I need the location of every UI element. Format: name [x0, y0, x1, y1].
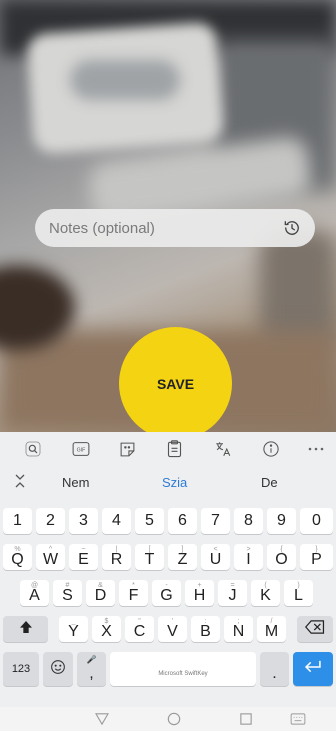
space-key[interactable]: Microsoft SwiftKey: [110, 652, 256, 686]
keyboard-toolbar: GIF: [0, 432, 336, 466]
key-f[interactable]: * F: [119, 580, 148, 606]
suggestion-item[interactable]: Nem: [62, 475, 89, 490]
shift-key[interactable]: [3, 616, 48, 642]
key-m[interactable]: / M: [257, 616, 286, 642]
key-b[interactable]: :B: [191, 616, 220, 642]
key-6[interactable]: 6: [168, 508, 197, 534]
info-icon[interactable]: [260, 438, 282, 460]
key-r[interactable]: | R: [102, 544, 131, 570]
home-icon[interactable]: [166, 711, 182, 727]
key-k[interactable]: (K: [251, 580, 280, 606]
enter-key[interactable]: [293, 652, 333, 686]
key-y[interactable]: _ Y: [59, 616, 88, 642]
key-0[interactable]: 0: [300, 508, 333, 534]
key-7[interactable]: 7: [201, 508, 230, 534]
collapse-icon[interactable]: [14, 473, 26, 492]
key-c[interactable]: " C: [125, 616, 154, 642]
key-z[interactable]: ] Z: [168, 544, 197, 570]
notes-field[interactable]: [35, 209, 315, 247]
key-e[interactable]: ~ E: [69, 544, 98, 570]
keyboard: GIF Nem Szia De 1 2 3 4 5 6 7 8 9 0 % Q …: [0, 432, 336, 731]
key-h[interactable]: + H: [185, 580, 214, 606]
translate-icon[interactable]: [212, 438, 234, 460]
clipboard-icon[interactable]: [163, 438, 185, 460]
blurred-background: [70, 60, 180, 100]
suggestion-item[interactable]: De: [261, 475, 278, 490]
notes-input[interactable]: [49, 219, 281, 237]
backspace-icon: [304, 619, 325, 639]
key-u[interactable]: < U: [201, 544, 230, 570]
key-v[interactable]: ' V: [158, 616, 187, 642]
key-5[interactable]: 5: [135, 508, 164, 534]
key-d[interactable]: & D: [86, 580, 115, 606]
key-x[interactable]: $ X: [92, 616, 121, 642]
key-4[interactable]: 4: [102, 508, 131, 534]
emoji-key[interactable]: [43, 652, 73, 686]
back-icon[interactable]: [94, 711, 110, 727]
key-a[interactable]: @ A: [20, 580, 49, 606]
key-o[interactable]: {O: [267, 544, 296, 570]
more-icon[interactable]: [305, 438, 327, 460]
mic-icon: 🎤: [86, 655, 97, 664]
key-i[interactable]: > I: [234, 544, 263, 570]
key-q[interactable]: % Q: [3, 544, 32, 570]
key-w[interactable]: ^ W: [36, 544, 65, 570]
gif-icon[interactable]: GIF: [70, 438, 92, 460]
keyboard-hide-icon[interactable]: [290, 711, 306, 727]
key-2[interactable]: 2: [36, 508, 65, 534]
key-3[interactable]: 3: [69, 508, 98, 534]
save-button[interactable]: SAVE: [119, 327, 232, 440]
key-8[interactable]: 8: [234, 508, 263, 534]
suggestion-bar: Nem Szia De: [0, 468, 336, 496]
comma-key[interactable]: 🎤 ,: [77, 652, 106, 686]
key-p[interactable]: } P: [300, 544, 333, 570]
sticker-icon[interactable]: [116, 438, 138, 460]
search-icon[interactable]: [22, 438, 44, 460]
enter-icon: [303, 659, 323, 680]
numbers-key[interactable]: 123: [3, 652, 39, 686]
key-s[interactable]: # S: [53, 580, 82, 606]
suggestion-item[interactable]: Szia: [162, 475, 187, 490]
key-g[interactable]: -G: [152, 580, 181, 606]
key-t[interactable]: [T: [135, 544, 164, 570]
key-n[interactable]: ; N: [224, 616, 253, 642]
key-1[interactable]: 1: [3, 508, 32, 534]
backspace-key[interactable]: [297, 616, 333, 642]
recents-icon[interactable]: [238, 711, 254, 727]
shift-icon: [18, 619, 34, 640]
key-9[interactable]: 9: [267, 508, 296, 534]
key-l[interactable]: ) L: [284, 580, 313, 606]
navigation-bar: [0, 707, 336, 731]
history-icon[interactable]: [281, 217, 303, 239]
key-j[interactable]: = J: [218, 580, 247, 606]
period-key[interactable]: .: [260, 652, 289, 686]
emoji-icon: [50, 659, 66, 680]
svg-text:GIF: GIF: [77, 448, 86, 454]
